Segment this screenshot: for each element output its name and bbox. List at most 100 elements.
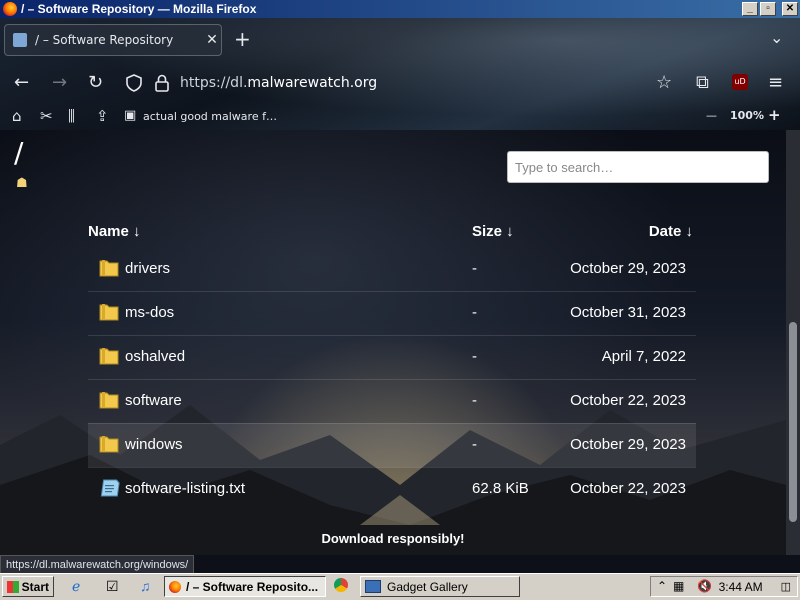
forward-button[interactable]: → — [52, 72, 67, 94]
sort-by-date-link[interactable]: Date ↓ — [649, 223, 693, 240]
start-button[interactable]: Start — [2, 576, 54, 597]
gadget-task-label: Gadget Gallery — [387, 579, 468, 594]
zoom-in-button[interactable]: + — [768, 106, 781, 124]
file-listing: Name ↓ Size ↓ Date ↓ drivers - October 29,… — [88, 218, 696, 511]
tray-expand-icon[interactable]: ⌃ — [657, 579, 667, 593]
file-date: October 29, 2023 — [570, 260, 686, 277]
volume-muted-icon[interactable]: 🔇 — [697, 579, 712, 593]
page-scrollbar[interactable] — [786, 130, 800, 555]
tab-favicon-icon — [13, 33, 27, 47]
extensions-icon[interactable]: ⧉ — [696, 72, 709, 94]
tab-close-icon[interactable]: ✕ — [203, 32, 221, 48]
chrome-icon[interactable] — [334, 578, 348, 592]
table-row[interactable]: software-listing.txt 62.8 KiB October 22, … — [88, 467, 696, 511]
search-input[interactable] — [507, 151, 769, 183]
lock-icon[interactable] — [155, 74, 169, 92]
zoom-level[interactable]: 100% — [730, 109, 764, 122]
share-icon[interactable]: ⇪ — [96, 107, 109, 125]
breadcrumb[interactable]: / — [14, 136, 23, 169]
file-size: - — [472, 304, 477, 321]
window-title: / – Software Repository — Mozilla Firefo… — [21, 2, 257, 16]
table-row[interactable]: drivers - October 29, 2023 — [88, 248, 696, 291]
file-name-link[interactable]: software — [125, 392, 182, 409]
system-tray: ⌃ ▦ 🔇 3:44 AM ◫ — [650, 576, 798, 597]
listing-header: Name ↓ Size ↓ Date ↓ — [88, 218, 696, 248]
tab-label: / – Software Repository — [35, 33, 174, 47]
footer-message: Download responsibly! — [321, 531, 465, 546]
gadget-gallery-icon — [365, 580, 381, 593]
text-file-icon — [100, 479, 120, 497]
url-prefix: https://dl. — [180, 75, 248, 91]
file-size: - — [472, 348, 477, 365]
page-content: / ☗ Name ↓ Size ↓ Date ↓ drivers - October… — [0, 130, 786, 555]
folder-icon — [99, 260, 119, 277]
home-icon[interactable]: ☗ — [16, 176, 28, 191]
file-name-link[interactable]: oshalved — [125, 348, 185, 365]
file-name-link[interactable]: drivers — [125, 260, 170, 277]
home-icon[interactable]: ⌂ — [12, 107, 22, 125]
network-icon[interactable]: ▦ — [673, 579, 684, 593]
table-row[interactable]: ms-dos - October 31, 2023 — [88, 291, 696, 335]
ublock-origin-icon[interactable]: uD — [732, 74, 748, 90]
taskbar-firefox-window[interactable]: / – Software Reposito... — [164, 576, 326, 597]
url-domain: malwarewatch.org — [247, 75, 378, 91]
maximize-button[interactable]: ▫ — [760, 2, 776, 16]
folder-icon — [99, 436, 119, 453]
shield-icon[interactable] — [126, 74, 142, 92]
file-size: 62.8 KiB — [472, 480, 529, 497]
folder-icon — [99, 304, 119, 321]
library-icon[interactable]: ⫼ — [68, 107, 75, 125]
reload-button[interactable]: ↻ — [88, 72, 103, 94]
zoom-out-button[interactable]: — — [706, 109, 717, 122]
table-row[interactable]: oshalved - April 7, 2022 — [88, 335, 696, 379]
scrollbar-thumb[interactable] — [789, 322, 797, 522]
screenshot-icon[interactable]: ✂ — [40, 107, 53, 125]
navigation-bar: ← → ↻ https://dl.malwarewatch.org ☆ ⧉ uD… — [0, 66, 800, 102]
listing-rows: drivers - October 29, 2023 ms-dos - October 3… — [88, 248, 696, 511]
windows-logo-icon — [7, 580, 19, 593]
media-player-icon[interactable]: ♫ — [140, 578, 151, 594]
sort-by-name-link[interactable]: Name ↓ — [88, 223, 141, 240]
internet-explorer-icon[interactable]: ℯ — [72, 578, 80, 594]
folder-icon — [99, 392, 119, 409]
start-label: Start — [21, 579, 49, 594]
bookmark-favicon-icon: ▣ — [124, 108, 137, 123]
close-button[interactable]: ✕ — [782, 2, 798, 16]
taskbar-gadget-gallery[interactable]: Gadget Gallery — [360, 576, 520, 597]
window-title-bar[interactable]: / – Software Repository — Mozilla Firefo… — [0, 0, 800, 18]
tray-extra-icon[interactable]: ◫ — [781, 580, 791, 593]
new-tab-button[interactable]: + — [234, 28, 251, 50]
file-size: - — [472, 436, 477, 453]
minimize-button[interactable]: _ — [742, 2, 758, 16]
browser-chrome: / – Software Repository ✕ + ⌄ ← → ↻ http… — [0, 18, 800, 130]
firefox-task-label: / – Software Reposito... — [186, 579, 319, 594]
bookmarks-toolbar: ⌂ ✂ ⫼ ⇪ ▣ actual good malware f… — 100% … — [0, 106, 800, 128]
folder-icon — [99, 348, 119, 365]
bookmark-star-icon[interactable]: ☆ — [656, 72, 672, 94]
file-date: October 31, 2023 — [570, 304, 686, 321]
file-name-link[interactable]: software-listing.txt — [125, 480, 245, 497]
url-bar[interactable]: https://dl.malwarewatch.org — [180, 75, 377, 91]
file-size: - — [472, 392, 477, 409]
show-desktop-icon[interactable]: ☑ — [106, 578, 119, 594]
firefox-task-icon — [169, 580, 181, 593]
taskbar: Start ℯ ☑ ♫ / – Software Reposito... Gad… — [0, 573, 800, 600]
tab-software-repository[interactable]: / – Software Repository ✕ — [4, 24, 222, 56]
file-name-link[interactable]: ms-dos — [125, 304, 174, 321]
tab-list-chevron-icon[interactable]: ⌄ — [770, 28, 783, 47]
file-date: October 22, 2023 — [570, 480, 686, 497]
table-row[interactable]: windows - October 29, 2023 — [88, 423, 696, 467]
table-row[interactable]: software - October 22, 2023 — [88, 379, 696, 423]
file-date: October 29, 2023 — [570, 436, 686, 453]
clock[interactable]: 3:44 AM — [719, 580, 763, 594]
bookmark-item[interactable]: actual good malware f… — [143, 110, 277, 123]
file-size: - — [472, 260, 477, 277]
file-date: April 7, 2022 — [601, 348, 686, 365]
firefox-icon — [3, 2, 17, 16]
back-button[interactable]: ← — [14, 72, 29, 94]
file-name-link[interactable]: windows — [125, 436, 183, 453]
file-date: October 22, 2023 — [570, 392, 686, 409]
tab-strip: / – Software Repository ✕ + ⌄ — [0, 18, 800, 62]
sort-by-size-link[interactable]: Size ↓ — [472, 223, 514, 240]
app-menu-icon[interactable]: ≡ — [768, 72, 783, 94]
